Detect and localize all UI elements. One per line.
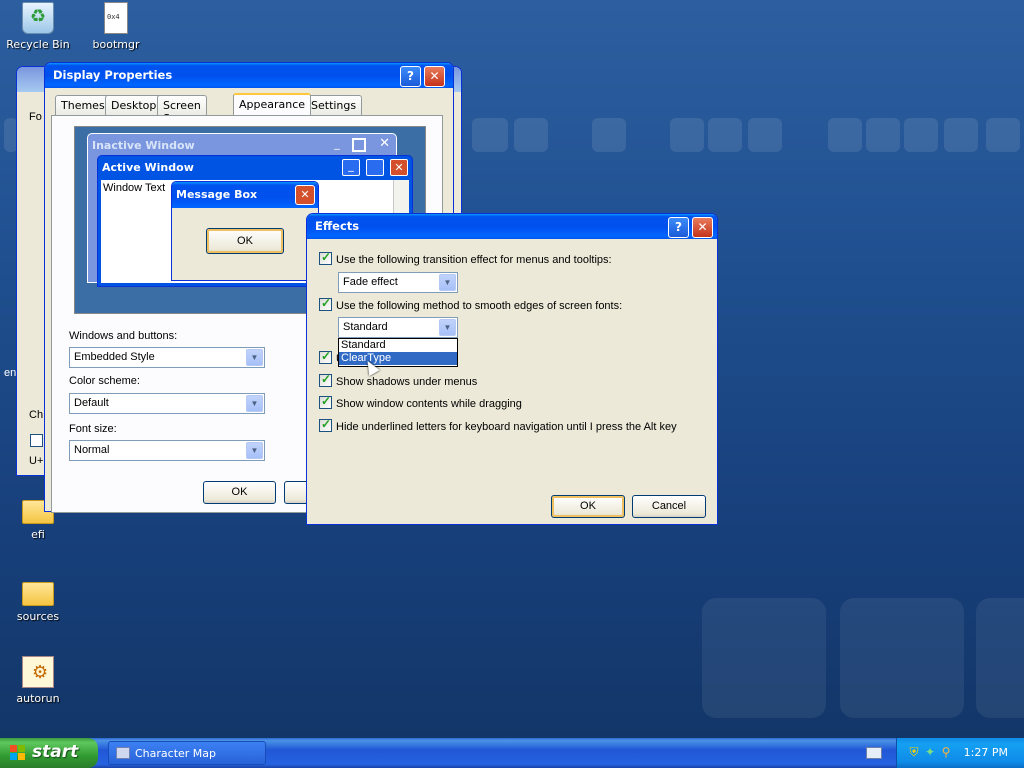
start-label: start [32, 742, 79, 762]
font-size-value: Normal [74, 444, 110, 456]
menu-shadows-option[interactable]: Show shadows under menus [319, 372, 478, 388]
preview-message-box-title: Message Box [176, 188, 258, 201]
desktop-fragment-text: en [4, 367, 17, 379]
desktop-icon-autorun[interactable]: autorun [0, 656, 76, 705]
ok-button[interactable]: OK [551, 495, 625, 518]
checkbox-checked[interactable] [319, 250, 332, 265]
help-button[interactable]: ? [668, 217, 689, 238]
desktop-icon-label: efi [31, 528, 45, 541]
windows-logo-icon [10, 745, 26, 761]
close-icon: ✕ [379, 136, 390, 151]
color-scheme-value: Default [74, 397, 109, 409]
transition-effect-select[interactable]: Fade effect ▼ [338, 272, 458, 293]
smooth-fonts-value: Standard [343, 321, 388, 333]
desktop-icon-label: bootmgr [92, 38, 140, 51]
folder-icon [22, 582, 54, 606]
checkbox-checked[interactable] [319, 349, 332, 364]
start-button[interactable]: start [0, 738, 98, 768]
ok-button[interactable]: OK [203, 481, 276, 504]
windows-buttons-value: Embedded Style [74, 351, 155, 363]
chevron-down-icon: ▼ [246, 349, 263, 366]
taskbar: start Character Map ⛨ ✦ ⚲ 1:27 PM [0, 738, 1024, 768]
file-icon [104, 2, 128, 34]
security-shield-icon[interactable]: ⛨ [907, 745, 921, 759]
tab-settings[interactable]: Settings [305, 95, 363, 115]
hide-underline-option[interactable]: Hide underlined letters for keyboard nav… [319, 417, 677, 433]
drag-contents-option[interactable]: Show window contents while dragging [319, 394, 522, 410]
checkbox-checked[interactable] [319, 296, 332, 311]
taskbar-item-character-map[interactable]: Character Map [108, 741, 266, 765]
preview-active-title: Active Window [102, 161, 194, 174]
chevron-down-icon: ▼ [439, 319, 456, 336]
desktop-icon-label: autorun [16, 692, 60, 705]
window-title: Display Properties [53, 68, 173, 82]
option-label: Show shadows under menus [336, 376, 478, 388]
network-icon[interactable]: ✦ [923, 745, 937, 759]
character-map-fragment: Fo [29, 111, 42, 123]
tab-screen-saver[interactable]: Screen Saver [157, 95, 207, 125]
chevron-down-icon: ▼ [246, 395, 263, 412]
keyboard-icon[interactable] [866, 747, 882, 759]
tab-desktop[interactable]: Desktop [105, 95, 163, 115]
recycle-bin-icon [22, 2, 54, 34]
help-button[interactable]: ? [400, 66, 421, 87]
transition-effect-option[interactable]: Use the following transition effect for … [319, 250, 612, 266]
checkbox-checked[interactable] [319, 372, 332, 387]
desktop-icon-recycle-bin[interactable]: Recycle Bin [0, 2, 76, 51]
option-label: Use the following method to smooth edges… [336, 300, 623, 312]
character-map-checkbox[interactable] [30, 434, 43, 447]
effects-title: Effects [315, 219, 360, 233]
dropdown-option-cleartype[interactable]: ClearType [339, 352, 457, 365]
taskbar-item-label: Character Map [135, 747, 217, 760]
maximize-icon [366, 159, 384, 176]
chevron-down-icon: ▼ [246, 442, 263, 459]
close-icon: ✕ [390, 159, 408, 176]
tab-appearance[interactable]: Appearance [233, 93, 312, 116]
effects-dialog[interactable]: Effects ? ✕ Use the following transition… [306, 213, 718, 525]
font-size-label: Font size: [69, 423, 117, 435]
system-tray: ⛨ ✦ ⚲ 1:27 PM [896, 738, 1024, 768]
search-icon[interactable]: ⚲ [939, 745, 953, 759]
preview-ok-button: OK [206, 228, 284, 254]
desktop-icon-label: sources [16, 610, 60, 623]
option-label: Show window contents while dragging [336, 398, 522, 410]
smooth-fonts-select[interactable]: Standard ▼ [338, 317, 458, 338]
autorun-icon [22, 656, 54, 688]
minimize-icon: _ [334, 137, 340, 150]
windows-buttons-label: Windows and buttons: [69, 330, 178, 342]
color-scheme-select[interactable]: Default ▼ [69, 393, 265, 414]
font-size-select[interactable]: Normal ▼ [69, 440, 265, 461]
smooth-fonts-dropdown-list[interactable]: Standard ClearType [338, 338, 458, 367]
dropdown-option-standard[interactable]: Standard [339, 339, 457, 352]
transition-effect-value: Fade effect [343, 276, 398, 288]
checkbox-checked[interactable] [319, 417, 332, 432]
windows-buttons-select[interactable]: Embedded Style ▼ [69, 347, 265, 368]
tab-themes[interactable]: Themes [55, 95, 111, 115]
option-label: Use the following transition effect for … [336, 254, 612, 266]
maximize-icon [352, 138, 366, 152]
close-icon: ✕ [295, 185, 315, 205]
close-button[interactable]: ✕ [424, 66, 445, 87]
character-map-fragment: U+ [29, 455, 44, 467]
preview-inactive-title: Inactive Window [92, 139, 195, 152]
minimize-icon: _ [342, 159, 360, 176]
color-scheme-label: Color scheme: [69, 375, 140, 387]
close-button[interactable]: ✕ [692, 217, 713, 238]
clock[interactable]: 1:27 PM [964, 746, 1008, 759]
chevron-down-icon: ▼ [439, 274, 456, 291]
character-map-icon [116, 747, 130, 759]
desktop-icon-sources[interactable]: sources [0, 576, 76, 623]
desktop-icon-label: Recycle Bin [6, 38, 70, 51]
display-properties-titlebar[interactable]: Display Properties ? ✕ [45, 63, 453, 88]
option-label: Hide underlined letters for keyboard nav… [336, 421, 677, 433]
preview-message-box: Message Box ✕ OK [171, 181, 319, 281]
cancel-button[interactable]: Cancel [632, 495, 706, 518]
character-map-fragment: Ch [29, 409, 44, 421]
effects-titlebar[interactable]: Effects ? ✕ [307, 214, 717, 239]
desktop-icon-bootmgr[interactable]: bootmgr [78, 2, 154, 51]
smooth-fonts-option[interactable]: Use the following method to smooth edges… [319, 296, 623, 312]
checkbox-checked[interactable] [319, 394, 332, 409]
